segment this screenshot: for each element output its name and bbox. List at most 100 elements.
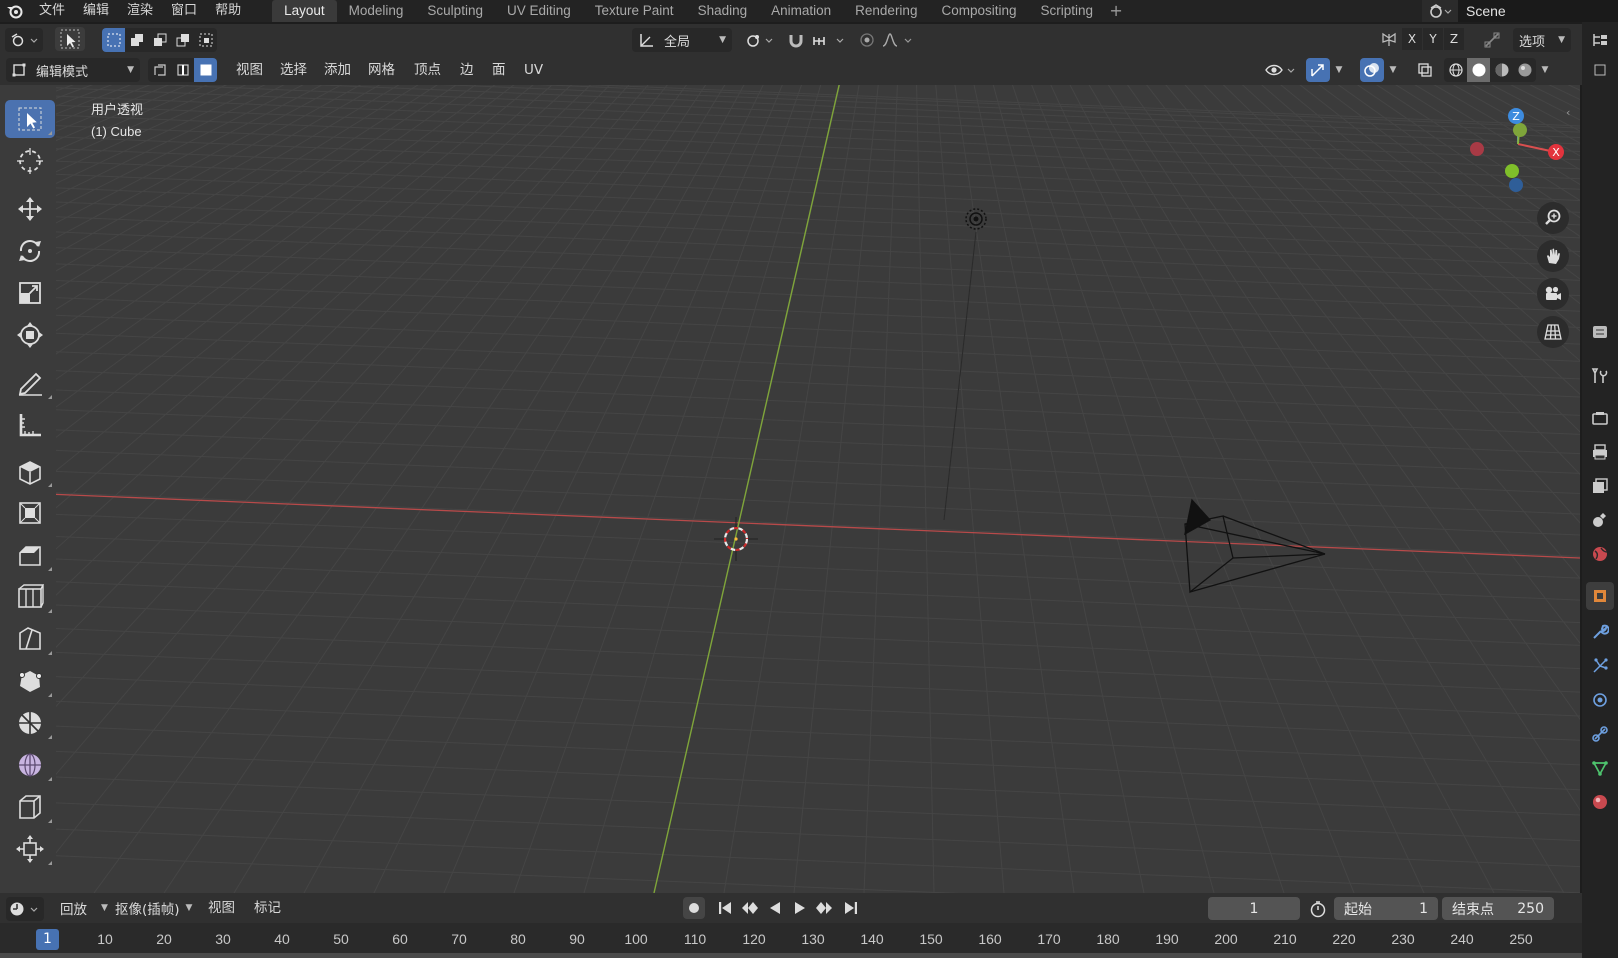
- overlays-toggle-button[interactable]: [1360, 58, 1384, 82]
- jump-end-button[interactable]: [840, 897, 862, 919]
- gizmo-y[interactable]: [1513, 123, 1527, 137]
- menu-window[interactable]: 窗口: [162, 0, 206, 22]
- transform-orientation-dropdown[interactable]: 全局 ▼: [632, 28, 732, 52]
- menu-file[interactable]: 文件: [30, 0, 74, 22]
- snap-toggle-button[interactable]: [784, 28, 808, 52]
- pivot-point-dropdown[interactable]: [742, 28, 776, 52]
- timeline-editor-type[interactable]: [6, 897, 44, 921]
- tab-layout[interactable]: Layout: [272, 0, 337, 22]
- end-frame-field[interactable]: 结束点 250: [1442, 897, 1554, 920]
- camera-view-button[interactable]: [1537, 278, 1569, 310]
- tool-knife[interactable]: [5, 620, 55, 658]
- prev-keyframe-button[interactable]: [738, 897, 760, 919]
- tab-modifier-properties[interactable]: [1586, 618, 1614, 646]
- ortho-toggle-button[interactable]: [1537, 316, 1569, 348]
- face-select-button[interactable]: [194, 58, 217, 82]
- play-button[interactable]: [789, 897, 811, 919]
- select-intersect-button[interactable]: [194, 28, 217, 52]
- scene-selector[interactable]: Scene: [1422, 0, 1618, 22]
- tool-spin[interactable]: [5, 704, 55, 742]
- start-frame-field[interactable]: 起始 1: [1334, 897, 1438, 920]
- menu-edge[interactable]: 边: [460, 59, 474, 81]
- zoom-button[interactable]: [1537, 202, 1569, 234]
- tool-inset-faces[interactable]: [5, 494, 55, 532]
- tool-extrude-region[interactable]: [5, 452, 55, 490]
- timeline-scrollbar[interactable]: [0, 953, 1582, 958]
- gizmo-neg-y[interactable]: [1505, 164, 1519, 178]
- auto-keying-button[interactable]: [683, 897, 705, 919]
- select-invert-button[interactable]: [171, 28, 194, 52]
- overlays-dropdown[interactable]: ▼: [1384, 58, 1402, 82]
- tab-particles-properties[interactable]: [1586, 652, 1614, 680]
- tool-shrink-fatten[interactable]: [5, 830, 55, 868]
- mode-dropdown[interactable]: 编辑模式 ▼: [6, 58, 140, 82]
- gizmo-dropdown[interactable]: ▼: [1330, 58, 1348, 82]
- menu-edit[interactable]: 编辑: [74, 0, 118, 22]
- menu-add[interactable]: 添加: [324, 59, 351, 81]
- tab-scene-properties[interactable]: [1586, 506, 1614, 534]
- camera-object[interactable]: [1184, 498, 1326, 594]
- tab-object-properties[interactable]: [1586, 582, 1614, 610]
- tweak-select-button[interactable]: [55, 27, 85, 51]
- navigation-gizmo[interactable]: Z X: [1455, 100, 1565, 200]
- menu-uv[interactable]: UV: [524, 59, 543, 81]
- sidebar-toggle-arrow-icon[interactable]: ‹: [1566, 106, 1576, 122]
- use-preview-range-button[interactable]: [1307, 898, 1329, 920]
- timeline-ruler[interactable]: 1 10 20 30 40 50 60 70 80 90 100 110 120…: [0, 923, 1582, 958]
- tool-poly-build[interactable]: [5, 662, 55, 700]
- tool-edge-slide[interactable]: [5, 788, 55, 826]
- scene-icon[interactable]: [1422, 0, 1458, 22]
- select-subtract-button[interactable]: [148, 28, 171, 52]
- outliner-expand-toggle[interactable]: [1586, 56, 1614, 84]
- mirror-x-toggle[interactable]: X: [1402, 28, 1422, 50]
- tool-measure[interactable]: [5, 406, 55, 444]
- gizmo-neg-z[interactable]: [1509, 178, 1523, 192]
- menu-face[interactable]: 面: [492, 59, 506, 81]
- snap-target-dropdown[interactable]: [810, 28, 848, 52]
- blender-logo-icon[interactable]: [0, 0, 30, 22]
- vertex-select-button[interactable]: [148, 58, 171, 82]
- tab-scripting[interactable]: Scripting: [1029, 0, 1106, 22]
- tab-output-properties[interactable]: [1586, 438, 1614, 466]
- mirror-toggle-button[interactable]: [1376, 28, 1402, 52]
- 3d-viewport[interactable]: 用户透视 (1) Cube: [56, 85, 1580, 893]
- gizmo-neg-x[interactable]: [1470, 142, 1484, 156]
- options-dropdown[interactable]: 选项 ▼: [1513, 28, 1571, 52]
- menu-render[interactable]: 渲染: [118, 0, 162, 22]
- rendered-shading-button[interactable]: [1513, 58, 1536, 82]
- tab-render-properties[interactable]: [1586, 404, 1614, 432]
- tab-physics-properties[interactable]: [1586, 686, 1614, 714]
- tab-world-properties[interactable]: [1586, 540, 1614, 568]
- outliner-toggle[interactable]: [1586, 26, 1614, 54]
- tab-uv-editing[interactable]: UV Editing: [495, 0, 583, 22]
- proportional-edit-button[interactable]: [855, 28, 879, 52]
- xray-toggle-button[interactable]: [1413, 58, 1437, 82]
- pan-button[interactable]: [1537, 240, 1569, 272]
- tab-material-properties[interactable]: [1586, 788, 1614, 816]
- playback-dropdown[interactable]: 回放 ▼: [60, 897, 108, 919]
- menu-view[interactable]: 视图: [236, 59, 263, 81]
- tab-animation[interactable]: Animation: [759, 0, 843, 22]
- tool-rotate[interactable]: [5, 232, 55, 270]
- select-extend-button[interactable]: [125, 28, 148, 52]
- tab-rendering[interactable]: Rendering: [843, 0, 929, 22]
- tool-smooth[interactable]: [5, 746, 55, 784]
- mirror-y-toggle[interactable]: Y: [1423, 28, 1443, 50]
- tab-constraint-properties[interactable]: [1586, 720, 1614, 748]
- menu-vertex[interactable]: 顶点: [414, 59, 441, 81]
- auto-merge-button[interactable]: [1480, 28, 1504, 52]
- tab-tool-properties[interactable]: [1586, 362, 1614, 390]
- menu-help[interactable]: 帮助: [206, 0, 250, 22]
- solid-shading-button[interactable]: [1467, 58, 1490, 82]
- gizmo-toggle-button[interactable]: [1306, 58, 1330, 82]
- tool-transform[interactable]: [5, 316, 55, 354]
- tool-loop-cut[interactable]: [5, 578, 55, 616]
- scene-name[interactable]: Scene: [1458, 0, 1618, 22]
- mirror-z-toggle[interactable]: Z: [1444, 28, 1464, 50]
- tool-move[interactable]: [5, 190, 55, 228]
- properties-editor-type[interactable]: [1586, 318, 1614, 346]
- tab-sculpting[interactable]: Sculpting: [415, 0, 495, 22]
- proportional-falloff-dropdown[interactable]: [880, 28, 916, 52]
- edge-select-button[interactable]: [171, 58, 194, 82]
- editor-type-button[interactable]: [5, 28, 43, 52]
